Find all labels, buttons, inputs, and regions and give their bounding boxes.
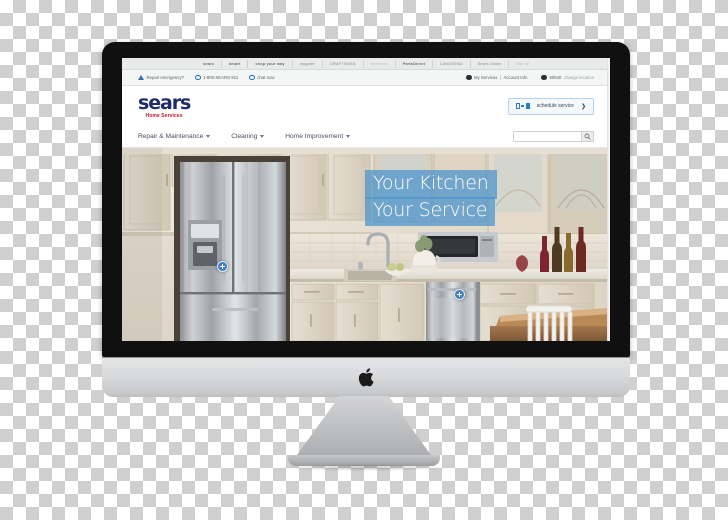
phone-label: 1-800-SEARS-911 — [203, 74, 239, 80]
chat-now-label: chat now — [257, 74, 275, 80]
search-input[interactable] — [513, 131, 581, 142]
partner-link-landsend[interactable]: LANDSEND — [440, 59, 471, 68]
user-icon — [466, 74, 472, 81]
partner-link-see-all[interactable]: See all — [516, 60, 529, 68]
links-separator: | — [499, 74, 502, 80]
monitor-bezel: sears kmart shop your way mygofer CRAFTS… — [102, 42, 630, 357]
partner-link-kenmore[interactable]: Kenmore — [371, 59, 396, 68]
monitor-screen: sears kmart shop your way mygofer CRAFTS… — [122, 58, 610, 341]
refrigerator-hotspot[interactable] — [217, 261, 228, 272]
monitor-chin — [102, 357, 630, 397]
browser-page: sears kmart shop your way mygofer CRAFTS… — [122, 58, 610, 341]
phone-icon — [195, 74, 201, 81]
partner-link-shopyourway[interactable]: shop your way — [255, 59, 293, 68]
hero-headline-line2: Your Service — [373, 199, 488, 221]
chevron-right-icon: ❯ — [580, 103, 586, 110]
nav-label-home-improvement: Home Improvement — [285, 133, 344, 140]
calendar-icon — [515, 103, 530, 109]
repair-emergency-link[interactable]: Repair emergency? — [138, 75, 184, 81]
nav-item-cleaning[interactable]: Cleaning — [231, 133, 265, 140]
chevron-down-icon — [346, 135, 351, 138]
main-navigation: Repair & Maintenance Cleaning Home Impro… — [122, 126, 610, 148]
repair-emergency-label: Repair emergency? — [146, 74, 185, 80]
my-services-link[interactable]: My Services — [474, 75, 497, 81]
account-info-link[interactable]: Account Info — [504, 75, 528, 81]
monitor-stand — [292, 396, 436, 462]
partner-link-sears[interactable]: sears — [203, 59, 222, 68]
hero-headline-band-1: Your Kitchen — [365, 170, 497, 199]
monitor-shadow — [280, 464, 448, 471]
partner-brand-bar: sears kmart shop your way mygofer CRAFTS… — [122, 58, 610, 70]
location-pin-icon — [541, 74, 547, 81]
location-widget[interactable]: 60640 change location — [541, 75, 594, 81]
site-search — [513, 131, 594, 142]
logo-tagline: Home Services — [145, 112, 183, 119]
partner-link-craftsman[interactable]: CRAFTSMAN — [330, 59, 364, 68]
hero-banner[interactable]: Your Kitchen Your Service — [122, 148, 610, 341]
hero-headline-line1: Your Kitchen — [373, 172, 489, 194]
hero-headline-band-2: Your Service — [365, 197, 496, 226]
search-icon — [584, 133, 591, 140]
sears-home-services-logo[interactable]: sears Home Services — [138, 91, 191, 119]
zip-code-label: 60640 — [549, 74, 562, 80]
chat-bubble-icon — [249, 74, 255, 81]
partner-link-mygofer[interactable]: mygofer — [300, 59, 323, 68]
schedule-service-button[interactable]: schedule service ❯ — [507, 97, 594, 115]
partner-link-kmart[interactable]: kmart — [229, 59, 249, 68]
apple-logo — [358, 368, 374, 387]
chevron-down-icon — [206, 135, 211, 138]
account-links[interactable]: My Services | Account Info — [466, 75, 527, 81]
nav-item-home-improvement[interactable]: Home Improvement — [285, 133, 351, 140]
utility-bar: Repair emergency? 1-800-SEARS-911 chat n… — [122, 70, 610, 86]
nav-label-repair-maintenance: Repair & Maintenance — [138, 133, 204, 140]
chat-now-link[interactable]: chat now — [249, 75, 274, 81]
search-button[interactable] — [581, 131, 594, 142]
warning-triangle-icon — [138, 75, 144, 80]
change-location-link[interactable]: change location — [564, 75, 594, 81]
page-scrollbar[interactable] — [607, 58, 610, 341]
partner-link-sears-outlet[interactable]: Sears Outlet — [478, 59, 510, 68]
nav-item-repair-maintenance[interactable]: Repair & Maintenance — [138, 133, 211, 140]
schedule-service-label: schedule service — [536, 103, 574, 109]
nav-label-cleaning: Cleaning — [231, 133, 258, 140]
header-logo-row: sears Home Services schedule service ❯ — [122, 86, 610, 126]
phone-link[interactable]: 1-800-SEARS-911 — [195, 75, 238, 81]
logo-wordmark: sears — [138, 91, 191, 114]
imac-device: sears kmart shop your way mygofer CRAFTS… — [0, 0, 728, 520]
dishwasher-hotspot[interactable] — [454, 289, 465, 300]
partner-link-partsdirect[interactable]: PartsDirect — [403, 59, 434, 68]
chevron-down-icon — [260, 135, 265, 138]
